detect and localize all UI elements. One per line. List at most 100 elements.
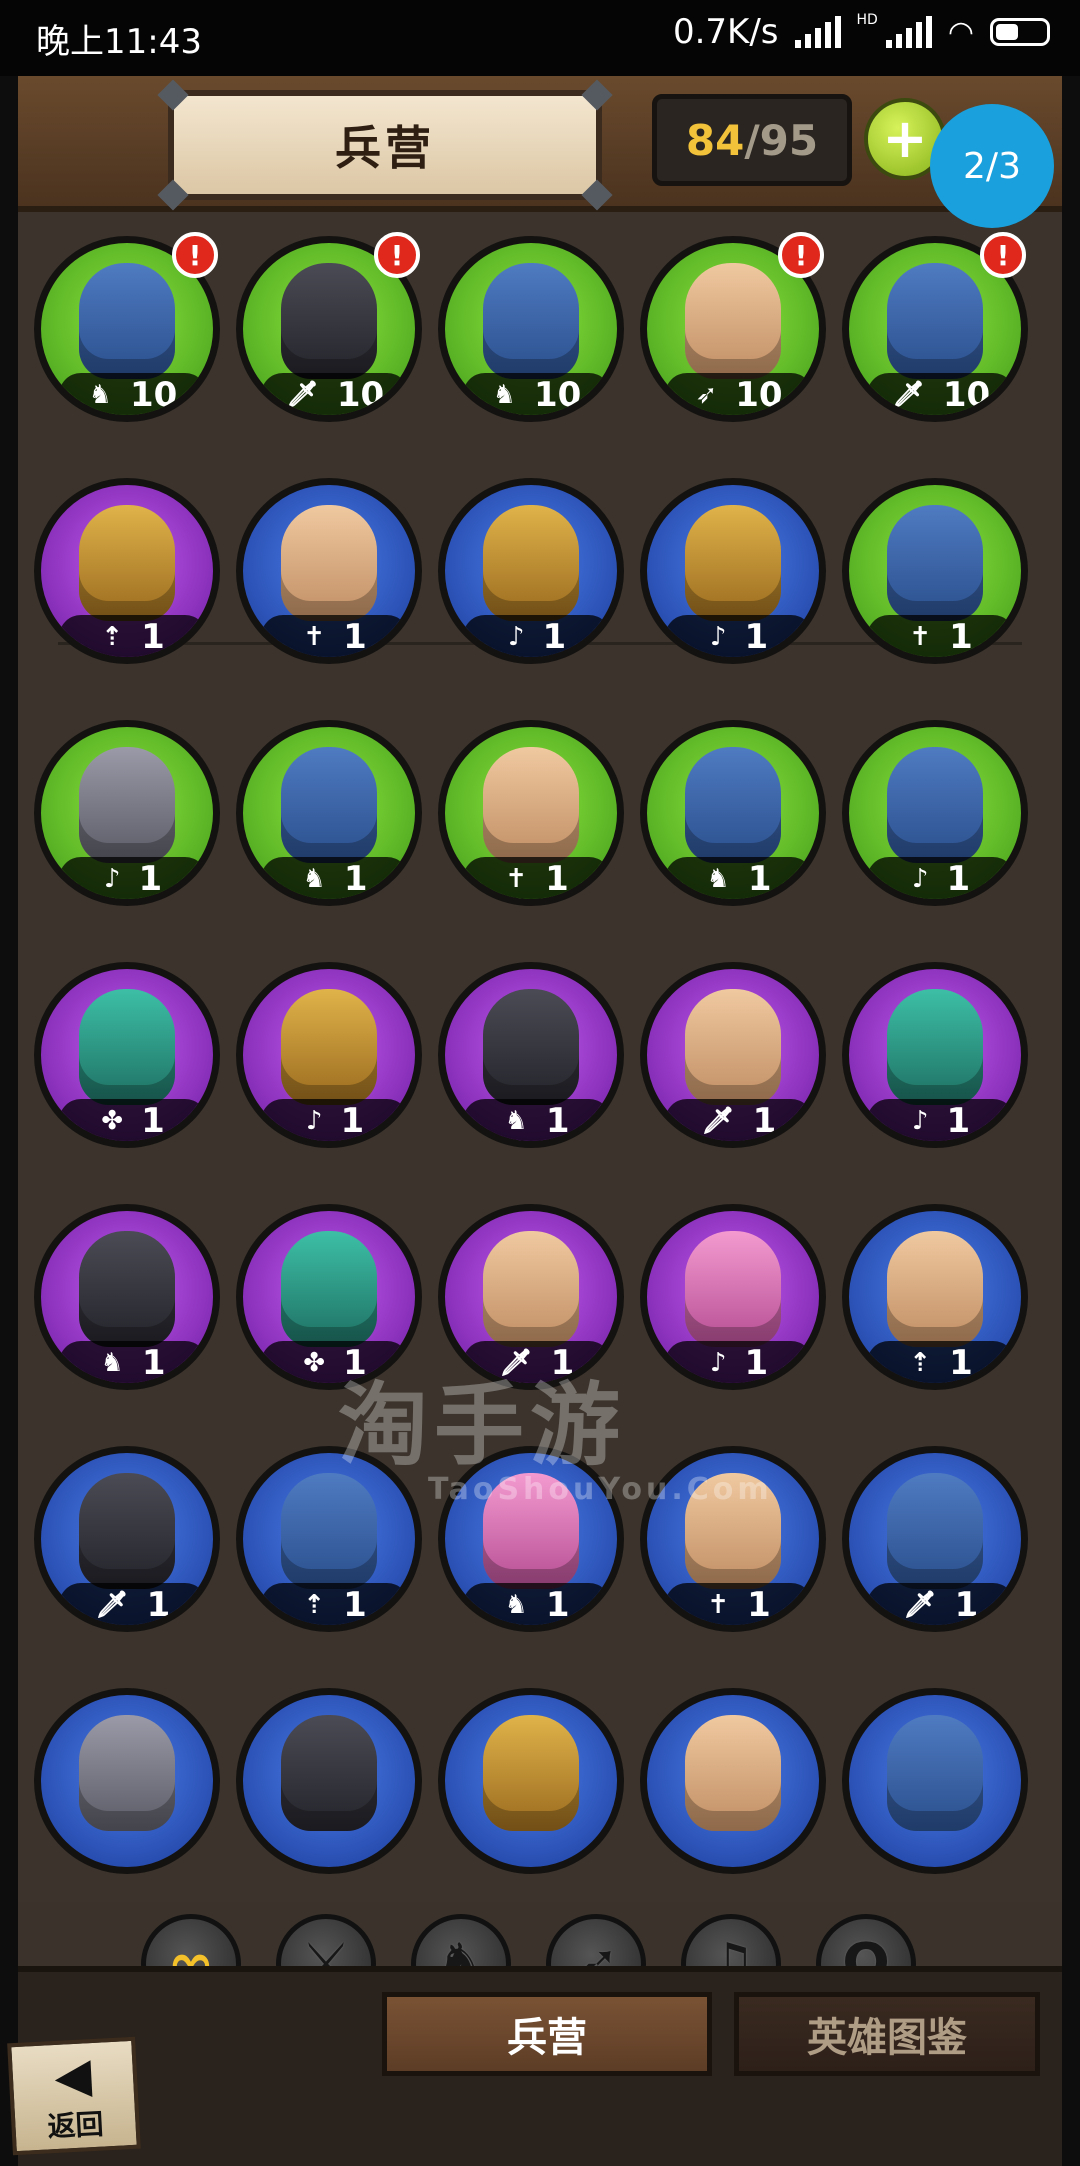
unit-badge: ⇡ 1: [59, 615, 207, 657]
unit-portrait: [685, 1715, 781, 1831]
unit-card[interactable]: ✤ 1: [34, 962, 220, 1148]
unit-card[interactable]: ✤ 1: [236, 1204, 422, 1390]
unit-card[interactable]: ♞ 1: [438, 962, 624, 1148]
unit-level: 1: [141, 617, 165, 657]
corner-rivet-icon: [581, 179, 613, 211]
magic-icon: ♪: [911, 1106, 929, 1136]
beast-icon: ✤: [303, 1348, 326, 1378]
unit-portrait: [887, 989, 983, 1105]
unit-badge: ✝ 1: [867, 615, 1015, 657]
alert-badge-icon: !: [374, 232, 420, 278]
unit-card[interactable]: 🗡 1: [34, 1446, 220, 1632]
unit-portrait: [79, 747, 175, 863]
horse-icon: ♞: [302, 864, 326, 894]
unit-card[interactable]: ♪ 1: [842, 962, 1028, 1148]
battery-icon: [990, 18, 1050, 46]
magic-icon: ♪: [103, 864, 121, 894]
unit-badge: ♞ 1: [463, 1583, 611, 1625]
sword-icon: 🗡: [891, 380, 925, 410]
unit-card[interactable]: ♞ 10: [438, 236, 624, 422]
unit-badge: ♞ 1: [59, 1341, 207, 1383]
header-bar: 兵营 84 / 95 +: [18, 76, 1062, 212]
unit-level: 1: [545, 1101, 570, 1141]
unit-card[interactable]: 🗡 1: [640, 962, 826, 1148]
unit-card[interactable]: ✝ 1: [842, 478, 1028, 664]
unit-badge: ✝ 1: [261, 615, 409, 657]
unit-level: 1: [542, 617, 567, 657]
unit-portrait: [79, 1715, 175, 1831]
unit-card[interactable]: ✝ 1: [438, 720, 624, 906]
unit-card[interactable]: ♪ 1: [236, 962, 422, 1148]
unit-portrait: [887, 263, 983, 379]
unit-card[interactable]: [34, 1688, 220, 1874]
unit-portrait: [887, 1715, 983, 1831]
page-indicator: 2/3: [930, 104, 1054, 228]
unit-badge: ✤ 1: [261, 1341, 409, 1383]
horse-icon: ♞: [100, 1348, 124, 1378]
unit-badge: ♪ 1: [867, 857, 1015, 899]
unit-card[interactable]: [438, 1688, 624, 1874]
unit-card[interactable]: ♞ 1: [438, 1446, 624, 1632]
unit-card[interactable]: ♞ 1: [640, 720, 826, 906]
unit-card[interactable]: [640, 1688, 826, 1874]
horse-icon: ♞: [88, 380, 112, 410]
unit-badge: ♪ 1: [261, 1099, 409, 1141]
unit-card[interactable]: ♞ 1: [236, 720, 422, 906]
unit-badge: ⇡ 1: [261, 1583, 409, 1625]
unit-level: 10: [129, 375, 178, 415]
beast-icon: ✤: [101, 1106, 124, 1136]
unit-badge: ♞ 1: [463, 1099, 611, 1141]
unit-portrait: [79, 263, 175, 379]
unit-badge: 🗡 10: [867, 373, 1015, 415]
horse-icon: ♞: [504, 1106, 528, 1136]
magic-icon: ♪: [507, 622, 525, 652]
unit-level: 1: [946, 1101, 971, 1141]
unit-count-current: 84: [685, 115, 745, 165]
unit-grid[interactable]: ♞ 10! 🗡 10! ♞ 10 ➶ 10! 🗡 10! ⇡ 1 ✝ 1 ♪ 1 ♪ 1 ✝ 1 ♪ 1 ♞ 1 ✝ 1 ♞ 1 ♪ 1 ✤…: [18, 212, 1062, 1902]
unit-card[interactable]: ♪ 1: [34, 720, 220, 906]
unit-card[interactable]: ✝ 1: [236, 478, 422, 664]
unit-card[interactable]: ⇡ 1: [34, 478, 220, 664]
unit-card[interactable]: 🗡 1: [438, 1204, 624, 1390]
sword-icon: 🗡: [95, 1590, 129, 1620]
unit-card[interactable]: ♪ 1: [842, 720, 1028, 906]
unit-badge: ⇡ 1: [867, 1341, 1015, 1383]
unit-level: 1: [545, 1585, 570, 1625]
unit-portrait: [887, 1231, 983, 1347]
tab-hero-codex[interactable]: 英雄图鉴: [734, 1992, 1040, 2076]
bottom-bar: 兵营 英雄图鉴: [18, 1966, 1062, 2166]
unit-card[interactable]: ✝ 1: [640, 1446, 826, 1632]
unit-portrait: [281, 1715, 377, 1831]
unit-portrait: [79, 1231, 175, 1347]
unit-level: 1: [146, 1585, 171, 1625]
unit-card[interactable]: [236, 1688, 422, 1874]
unit-card[interactable]: ♞ 1: [34, 1204, 220, 1390]
unit-portrait: [79, 989, 175, 1105]
sword-icon: 🗡: [903, 1590, 937, 1620]
title-plate: 兵营: [157, 79, 613, 211]
unit-badge: ✤ 1: [59, 1099, 207, 1141]
magic-icon: ♪: [709, 1348, 727, 1378]
unit-portrait: [281, 263, 377, 379]
unit-portrait: [483, 1473, 579, 1589]
holy-icon: ✝: [505, 864, 528, 894]
bow-icon: ➶: [695, 380, 718, 410]
unit-level: 1: [747, 859, 772, 899]
tab-barracks[interactable]: 兵营: [382, 1992, 712, 2076]
unit-capacity: 84 / 95: [652, 94, 852, 186]
unit-card[interactable]: ⇡ 1: [236, 1446, 422, 1632]
unit-card[interactable]: [842, 1688, 1028, 1874]
unit-card[interactable]: ⇡ 1: [842, 1204, 1028, 1390]
unit-level: 1: [954, 1585, 979, 1625]
back-button[interactable]: ◀ 返回: [7, 2036, 141, 2156]
unit-portrait: [281, 505, 377, 621]
unit-card[interactable]: 🗡 1: [842, 1446, 1028, 1632]
unit-portrait: [79, 1473, 175, 1589]
unit-level: 1: [141, 1343, 166, 1383]
magic-icon: ♪: [709, 622, 727, 652]
wifi-icon: ◠: [947, 14, 974, 50]
unit-card[interactable]: ♪ 1: [438, 478, 624, 664]
corner-rivet-icon: [157, 79, 189, 111]
unit-card[interactable]: ♪ 1: [640, 1204, 826, 1390]
unit-card[interactable]: ♪ 1: [640, 478, 826, 664]
